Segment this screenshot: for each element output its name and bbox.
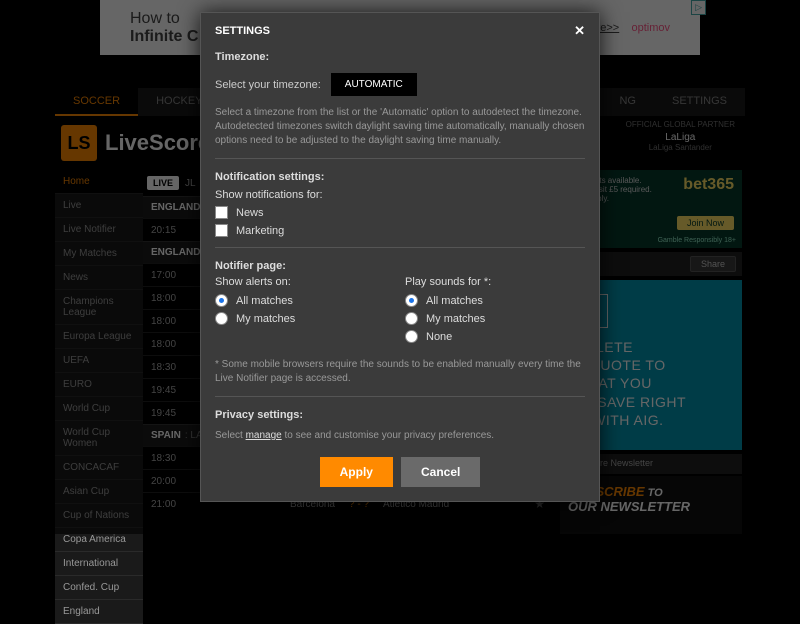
alerts-all-radio[interactable] bbox=[215, 294, 228, 307]
cancel-button[interactable]: Cancel bbox=[401, 457, 480, 487]
manage-privacy-link[interactable]: manage bbox=[246, 430, 282, 441]
modal-header: SETTINGS ✕ bbox=[215, 23, 585, 39]
timezone-help: Select a timezone from the list or the '… bbox=[215, 106, 585, 148]
timezone-heading: Timezone: bbox=[215, 51, 585, 63]
close-icon[interactable]: ✕ bbox=[574, 23, 585, 39]
privacy-heading: Privacy settings: bbox=[215, 409, 585, 421]
sounds-all-radio[interactable] bbox=[405, 294, 418, 307]
notifier-heading: Notifier page: bbox=[215, 260, 585, 272]
alerts-my-radio[interactable] bbox=[215, 312, 228, 325]
sounds-my-radio[interactable] bbox=[405, 312, 418, 325]
privacy-text: Select manage to see and customise your … bbox=[215, 429, 585, 443]
modal-title: SETTINGS bbox=[215, 25, 270, 37]
settings-modal: SETTINGS ✕ Timezone: Select your timezon… bbox=[200, 12, 600, 502]
apply-button[interactable]: Apply bbox=[320, 457, 393, 487]
alerts-head: Show alerts on: bbox=[215, 276, 395, 288]
sounds-head: Play sounds for *: bbox=[405, 276, 585, 288]
marketing-checkbox[interactable] bbox=[215, 224, 228, 237]
news-checkbox[interactable] bbox=[215, 206, 228, 219]
sidebar-item[interactable]: Confed. Cup bbox=[55, 576, 143, 600]
sidebar-item[interactable]: England bbox=[55, 600, 143, 624]
timezone-automatic-button[interactable]: AUTOMATIC bbox=[331, 73, 417, 96]
tz-select-label: Select your timezone: bbox=[215, 79, 321, 91]
sounds-none-radio[interactable] bbox=[405, 330, 418, 343]
sidebar-item[interactable]: International bbox=[55, 552, 143, 576]
show-notifications-label: Show notifications for: bbox=[215, 189, 585, 201]
notification-heading: Notification settings: bbox=[215, 171, 585, 183]
sounds-footnote: * Some mobile browsers require the sound… bbox=[215, 358, 585, 386]
